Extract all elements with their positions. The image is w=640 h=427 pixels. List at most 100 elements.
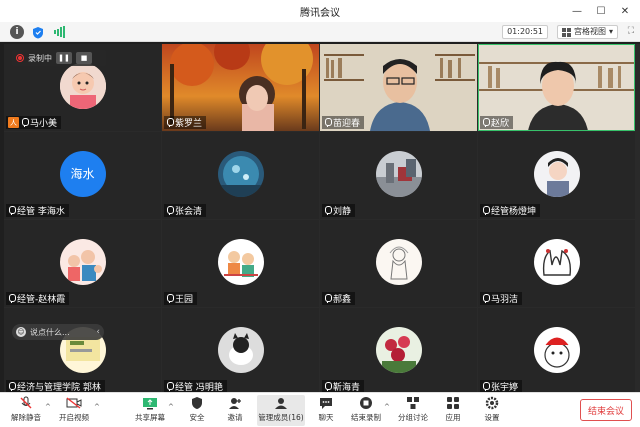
participant-tile[interactable]: 经管-赵林霞 <box>4 220 161 307</box>
participant-video-tile[interactable]: 赵欣 <box>478 44 635 131</box>
signal-icon[interactable] <box>52 25 66 39</box>
participant-tile[interactable]: 刘静 <box>320 132 477 219</box>
avatar-text: 海水 <box>70 167 95 181</box>
avatar <box>217 238 264 285</box>
chat-button[interactable]: 聊天 <box>306 395 346 426</box>
participant-name-tag: 经管杨燈坤 <box>480 204 541 217</box>
participant-name-tag: 赵欣 <box>480 116 514 129</box>
stop-recording-button[interactable]: ■ <box>76 52 92 64</box>
participant-tile[interactable]: 靳海青 <box>320 308 477 392</box>
members-label: 管理成员(16) <box>258 413 304 422</box>
mic-icon <box>324 382 332 391</box>
chat-placeholder: 说点什么... <box>30 327 70 337</box>
end-meeting-button[interactable]: 结束会议 <box>580 399 632 421</box>
security-shield-icon <box>191 395 203 411</box>
view-mode-dropdown[interactable]: 宫格视图 ▾ <box>556 25 618 39</box>
record-stop-icon <box>359 395 373 411</box>
participant-name-tag: 经管-赵林霞 <box>6 292 70 305</box>
info-icon[interactable]: i <box>10 25 24 39</box>
avatar <box>533 150 580 197</box>
start-video-button[interactable]: 开启视频 <box>54 395 94 426</box>
avatar <box>217 150 264 197</box>
invite-button[interactable]: 邀请 <box>215 395 255 426</box>
breakout-icon <box>406 395 420 411</box>
settings-label: 设置 <box>484 413 500 422</box>
participant-tile[interactable]: 王园 <box>162 220 319 307</box>
manage-members-button[interactable]: 管理成员(16) <box>257 395 305 426</box>
window-controls: — ☐ ✕ <box>566 3 636 19</box>
participant-tile[interactable]: 经管 冯明艳 <box>162 308 319 392</box>
participant-name: 经管杨燈坤 <box>491 207 537 217</box>
participant-name-tag: 郝鑫 <box>322 292 356 305</box>
stop-recording-toolbar-button[interactable]: 结束录制 <box>346 395 386 426</box>
unmute-button[interactable]: 解除静音 <box>6 395 46 426</box>
participant-name-tag: 人 马小美 <box>6 116 62 129</box>
avatar <box>375 238 422 285</box>
security-button[interactable]: 安全 <box>177 395 217 426</box>
add-user-icon <box>228 395 242 411</box>
participant-tile[interactable]: 郝鑫 <box>320 220 477 307</box>
mic-icon <box>482 118 490 127</box>
participant-tile[interactable]: 张宇婷 <box>478 308 635 392</box>
apps-icon <box>446 395 460 411</box>
close-icon[interactable]: ✕ <box>614 3 636 19</box>
participant-tile[interactable]: 经济与管理学院 郭林 <box>4 308 161 392</box>
mic-icon <box>166 294 174 303</box>
settings-button[interactable]: 设置 <box>472 395 512 426</box>
avatar <box>533 238 580 285</box>
host-badge-icon: 人 <box>8 117 19 128</box>
minimize-icon[interactable]: — <box>566 3 588 19</box>
record-label: 结束录制 <box>351 413 381 422</box>
breakout-rooms-button[interactable]: 分组讨论 <box>393 395 433 426</box>
participant-grid: 人 马小美 紫罗兰 苗迎春 赵欣 海水 经管 李海水 张会清 刘静 经管杨燈坤 … <box>4 44 640 392</box>
participant-name-tag: 王园 <box>164 292 198 305</box>
participant-name: 苗迎春 <box>333 119 361 129</box>
participant-name-tag: 经管 冯明艳 <box>164 380 227 392</box>
gear-icon <box>485 395 499 411</box>
participant-name: 经管-赵林霞 <box>17 295 66 305</box>
mic-icon <box>324 294 332 303</box>
mic-icon <box>8 294 16 303</box>
participant-tile[interactable]: 张会清 <box>162 132 319 219</box>
participant-name-tag: 刘静 <box>322 204 356 217</box>
participant-name: 经管 李海水 <box>17 207 65 217</box>
meeting-info-bar: i 01:20:51 宫格视图 ▾ ⛶ <box>0 22 640 42</box>
quick-chat-input[interactable]: ☺ 说点什么... ‹ <box>12 324 104 340</box>
avatar <box>217 326 264 373</box>
shield-icon[interactable] <box>31 25 45 39</box>
participant-name: 王园 <box>175 295 194 305</box>
mic-icon <box>8 206 16 215</box>
mic-icon <box>21 118 29 127</box>
participant-name: 张会清 <box>175 207 203 217</box>
recording-indicator: 录制中 ❚❚ ■ <box>12 50 106 66</box>
participant-tile[interactable]: 经管杨燈坤 <box>478 132 635 219</box>
emoji-icon[interactable]: ☺ <box>16 327 26 337</box>
chevron-up-icon[interactable]: ^ <box>45 403 51 411</box>
participant-tile[interactable]: 海水 经管 李海水 <box>4 132 161 219</box>
restore-icon[interactable]: ☐ <box>590 3 612 19</box>
mic-icon <box>8 382 16 391</box>
mic-icon <box>482 206 490 215</box>
meeting-timer: 01:20:51 <box>502 25 548 39</box>
chat-label: 聊天 <box>318 413 334 422</box>
fullscreen-icon[interactable]: ⛶ <box>628 26 634 36</box>
participant-video-tile[interactable]: 紫罗兰 <box>162 44 319 131</box>
apps-label: 应用 <box>445 413 461 422</box>
participant-name-tag: 紫罗兰 <box>164 116 207 129</box>
chevron-up-icon[interactable]: ^ <box>168 403 174 411</box>
chevron-up-icon[interactable]: ^ <box>94 403 100 411</box>
mic-off-icon <box>19 395 33 411</box>
participant-name-tag: 经管 李海水 <box>6 204 69 217</box>
mic-icon <box>482 382 490 391</box>
title-bar: 腾讯会议 — ☐ ✕ <box>0 0 640 22</box>
share-screen-button[interactable]: 共享屏幕 <box>130 395 170 426</box>
share-screen-icon <box>142 395 158 411</box>
chevron-left-icon[interactable]: ‹ <box>96 327 100 337</box>
participant-video-tile[interactable]: 苗迎春 <box>320 44 477 131</box>
participant-name: 张宇婷 <box>491 383 519 392</box>
avatar <box>533 326 580 373</box>
pause-recording-button[interactable]: ❚❚ <box>56 52 72 64</box>
apps-button[interactable]: 应用 <box>433 395 473 426</box>
chevron-up-icon[interactable]: ^ <box>384 403 390 411</box>
participant-tile[interactable]: 马羽洁 <box>478 220 635 307</box>
